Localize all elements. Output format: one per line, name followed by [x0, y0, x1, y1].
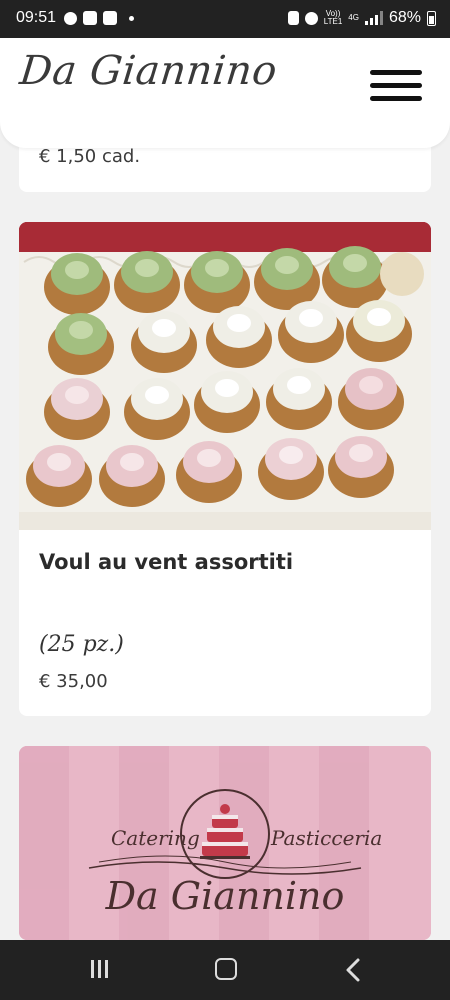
site-logo[interactable]: Da Giannino — [18, 48, 280, 94]
catering-label: Catering — [111, 826, 200, 850]
message-icon — [103, 11, 117, 25]
signal-icon — [364, 11, 383, 25]
brand-name: Da Giannino — [105, 874, 345, 918]
notification-icons — [64, 11, 134, 25]
home-icon[interactable] — [206, 956, 246, 984]
product-price: € 35,00 — [39, 671, 108, 692]
clock: 09:51 — [16, 9, 57, 26]
recents-icon[interactable] — [80, 956, 120, 984]
back-icon[interactable] — [334, 956, 374, 984]
battery-icon — [427, 10, 436, 26]
pasticceria-label: Pasticceria — [271, 826, 383, 850]
product-image[interactable] — [19, 222, 431, 530]
lock-icon — [287, 11, 299, 25]
brand-banner[interactable]: Catering Pasticceria Da Giannino — [19, 746, 431, 940]
volte-indicator: Vo)) LTE1 — [324, 10, 343, 26]
status-bar: 09:51 Vo)) LTE1 4G 68% — [0, 0, 450, 38]
site-header: Da Giannino — [0, 38, 450, 148]
system-navigation-bar — [0, 940, 450, 1000]
product-quantity: (25 pz.) — [39, 632, 124, 657]
gallery-icon — [83, 11, 97, 25]
cake-icon — [200, 804, 250, 859]
product-price: € 1,50 cad. — [39, 146, 141, 167]
more-notifications-icon — [129, 15, 134, 21]
product-title[interactable]: Voul au vent assortiti — [39, 550, 293, 574]
battery-percent: 68% — [388, 9, 421, 26]
product-card[interactable]: Voul au vent assortiti (25 pz.) € 35,00 — [19, 222, 431, 716]
lte-label: LTE1 — [323, 17, 343, 26]
system-icons: Vo)) LTE1 4G 68% — [287, 9, 436, 27]
whatsapp-icon — [64, 11, 77, 25]
hamburger-menu-icon[interactable] — [370, 70, 422, 102]
alarm-icon — [304, 11, 318, 25]
network-type: 4G — [348, 13, 359, 22]
